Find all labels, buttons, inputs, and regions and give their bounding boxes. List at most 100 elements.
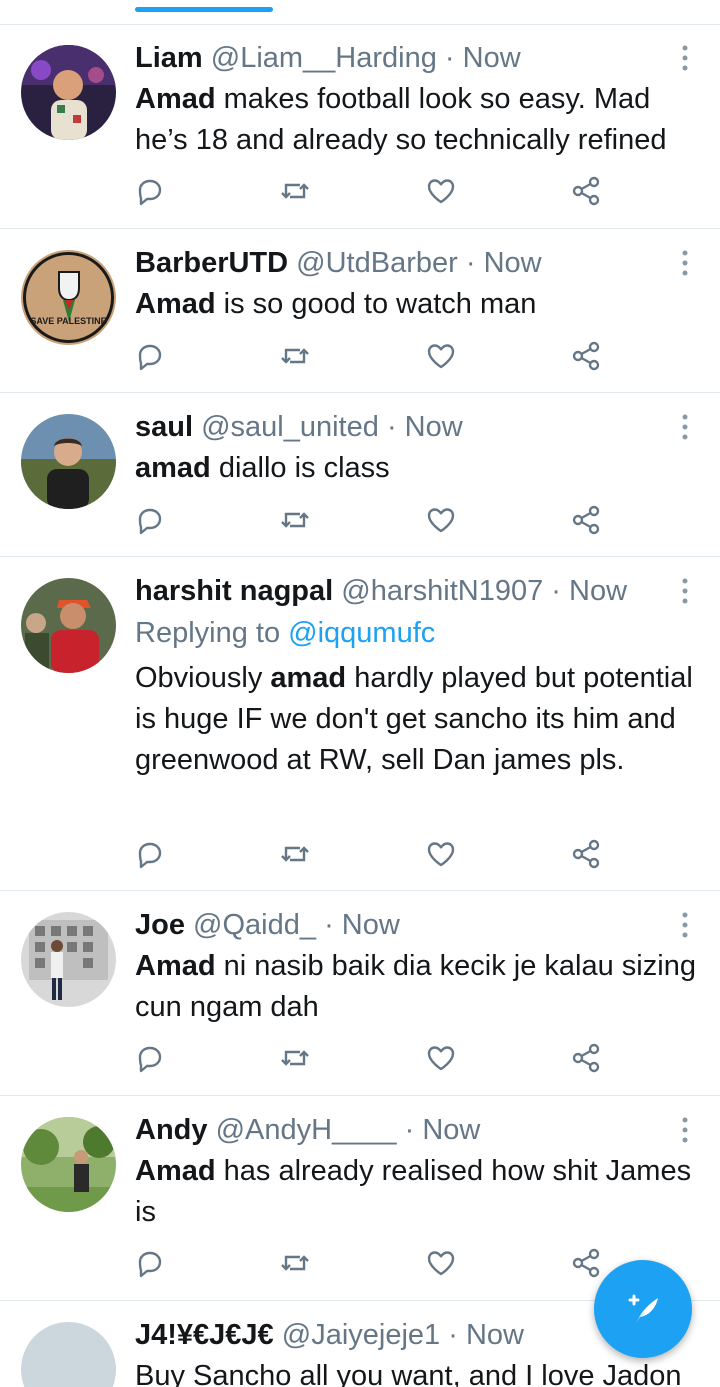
display-name[interactable]: Andy xyxy=(135,1114,208,1146)
avatar[interactable] xyxy=(21,45,116,140)
tweet-text-rest: diallo is class xyxy=(210,452,390,484)
highlighted-keyword: Amad xyxy=(135,83,216,115)
user-handle[interactable]: @AndyH____ xyxy=(216,1114,397,1146)
user-handle[interactable]: @harshitN1907 xyxy=(341,575,543,607)
more-vertical-icon[interactable] xyxy=(668,246,702,280)
separator: · xyxy=(386,411,397,443)
tweet-text: Amad is so good to watch man xyxy=(135,284,705,325)
display-name[interactable]: J4!¥€J€J€ xyxy=(135,1319,274,1351)
tweet-header: BarberUTD @UtdBarber · Now xyxy=(135,245,542,281)
heart-icon[interactable] xyxy=(425,838,461,874)
reply-icon[interactable] xyxy=(134,175,170,211)
reply-icon[interactable] xyxy=(134,1042,170,1078)
timestamp: Now xyxy=(483,247,542,279)
compose-tweet-icon xyxy=(628,1294,658,1324)
tweet-text: Buy Sancho all you want, and I love Jado… xyxy=(135,1356,705,1387)
avatar-photo xyxy=(21,1117,116,1212)
avatar[interactable] xyxy=(21,414,116,509)
user-handle[interactable]: @saul_united xyxy=(201,411,379,443)
heart-icon[interactable] xyxy=(425,340,461,376)
tweet-text: Obviously amad hardly played but potenti… xyxy=(135,658,705,781)
share-icon[interactable] xyxy=(570,838,606,874)
separator: · xyxy=(404,1114,415,1146)
tweet-text-prefix: Obviously xyxy=(135,662,271,694)
reply-icon[interactable] xyxy=(134,838,170,874)
avatar-logo: SAVE PALESTINE xyxy=(21,250,116,345)
display-name[interactable]: saul xyxy=(135,411,193,443)
share-icon[interactable] xyxy=(570,340,606,376)
tweet-header: Andy @AndyH____ · Now xyxy=(135,1112,480,1148)
heart-icon[interactable] xyxy=(425,504,461,540)
user-handle[interactable]: @Liam__Harding xyxy=(211,42,437,74)
tweet-text-rest: has already realised how shit James is xyxy=(135,1155,692,1228)
avatar-slogan: SAVE PALESTINE xyxy=(30,316,106,326)
tweet[interactable]: SAVE PALESTINE BarberUTD @UtdBarber · No… xyxy=(0,229,720,393)
avatar[interactable] xyxy=(21,578,116,673)
tweet[interactable]: Joe @Qaidd_ · Now Amad ni nasib baik dia… xyxy=(0,891,720,1096)
heart-icon[interactable] xyxy=(425,175,461,211)
more-vertical-icon[interactable] xyxy=(668,1113,702,1147)
more-vertical-icon[interactable] xyxy=(668,574,702,608)
tweet-text-rest: Buy Sancho all you want, and I love Jado… xyxy=(135,1360,682,1387)
reply-icon[interactable] xyxy=(134,340,170,376)
display-name[interactable]: harshit nagpal xyxy=(135,575,333,607)
display-name[interactable]: BarberUTD xyxy=(135,247,288,279)
avatar[interactable] xyxy=(21,912,116,1007)
retweet-icon[interactable] xyxy=(279,175,315,211)
avatar[interactable]: SAVE PALESTINE xyxy=(21,250,116,345)
heart-icon[interactable] xyxy=(425,1042,461,1078)
tweet-header: saul @saul_united · Now xyxy=(135,409,463,445)
tweet-text: amad diallo is class xyxy=(135,448,705,489)
replying-to: Replying to @iqqumufc xyxy=(135,615,435,651)
retweet-icon[interactable] xyxy=(279,504,315,540)
retweet-icon[interactable] xyxy=(279,1247,315,1283)
user-handle[interactable]: @Jaiyejeje1 xyxy=(282,1319,440,1351)
share-icon[interactable] xyxy=(570,504,606,540)
avatar-photo xyxy=(21,414,116,509)
tweet-text-rest: makes football look so easy. Mad he’s 18… xyxy=(135,83,667,156)
heart-icon[interactable] xyxy=(425,1247,461,1283)
tweet-text: Amad has already realised how shit James… xyxy=(135,1151,705,1233)
display-name[interactable]: Joe xyxy=(135,909,185,941)
compose-tweet-button[interactable] xyxy=(594,1260,692,1358)
share-icon[interactable] xyxy=(570,175,606,211)
tweet-header: Joe @Qaidd_ · Now xyxy=(135,907,400,943)
separator: · xyxy=(444,42,455,74)
tweet-actions xyxy=(134,175,614,211)
retweet-icon[interactable] xyxy=(279,1042,315,1078)
timestamp: Now xyxy=(465,1319,524,1351)
retweet-icon[interactable] xyxy=(279,838,315,874)
tweet[interactable]: Liam @Liam__Harding · Now Amad makes foo… xyxy=(0,24,720,229)
tweet-actions xyxy=(134,838,614,874)
more-vertical-icon[interactable] xyxy=(668,410,702,444)
tweet-header: Liam @Liam__Harding · Now xyxy=(135,40,521,76)
user-handle[interactable]: @Qaidd_ xyxy=(193,909,316,941)
avatar[interactable] xyxy=(21,1117,116,1212)
highlighted-keyword: amad xyxy=(270,662,347,694)
more-vertical-icon[interactable] xyxy=(668,908,702,942)
tweet-actions xyxy=(134,340,614,376)
timestamp: Now xyxy=(341,909,400,941)
reply-icon[interactable] xyxy=(134,504,170,540)
timestamp: Now xyxy=(422,1114,481,1146)
share-icon[interactable] xyxy=(570,1247,606,1283)
tweet[interactable]: saul @saul_united · Now amad diallo is c… xyxy=(0,393,720,557)
retweet-icon[interactable] xyxy=(279,340,315,376)
highlighted-keyword: Amad xyxy=(135,1155,216,1187)
display-name[interactable]: Liam xyxy=(135,42,203,74)
avatar-photo xyxy=(21,912,116,1007)
active-tab-indicator xyxy=(135,7,273,12)
reply-icon[interactable] xyxy=(134,1247,170,1283)
more-vertical-icon[interactable] xyxy=(668,41,702,75)
user-handle[interactable]: @UtdBarber xyxy=(296,247,458,279)
tweet-header: J4!¥€J€J€ @Jaiyejeje1 · Now xyxy=(135,1317,524,1353)
avatar-placeholder xyxy=(21,1322,116,1387)
timestamp: Now xyxy=(462,42,521,74)
separator: · xyxy=(465,247,476,279)
share-icon[interactable] xyxy=(570,1042,606,1078)
replying-to-mention[interactable]: @iqqumufc xyxy=(288,617,435,649)
highlighted-keyword: Amad xyxy=(135,950,216,982)
avatar[interactable] xyxy=(21,1322,116,1387)
separator: · xyxy=(324,909,334,941)
tweet[interactable]: harshit nagpal @harshitN1907 · Now Reply… xyxy=(0,557,720,891)
